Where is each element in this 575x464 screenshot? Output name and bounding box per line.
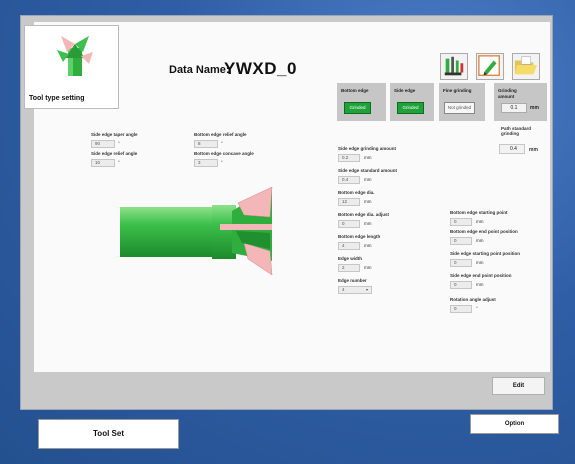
side-standard-amount-label: Side edge standard amount <box>338 168 398 173</box>
pencil-edit-icon <box>478 55 500 76</box>
folder-open-icon <box>514 56 538 75</box>
pencil-edit-icon-button[interactable] <box>476 53 504 80</box>
fine-grinding-title: Fine grinding <box>443 88 472 93</box>
bottom-start-point-input[interactable]: 0 <box>450 218 472 226</box>
grinding-amount-unit: mm <box>530 105 539 111</box>
bottom-relief-unit: ° <box>221 141 223 146</box>
bottom-relief-input[interactable]: 8 <box>194 140 218 148</box>
bottom-edge-header: Bottom edge Grinded <box>337 83 386 121</box>
bottom-length-input[interactable]: 4 <box>338 242 360 250</box>
side-edge-grinded-button[interactable]: Grinded <box>397 102 424 114</box>
bottom-relief-label: Bottom edge relief angle <box>194 132 247 137</box>
bottom-concave-input[interactable]: 3 <box>194 159 218 167</box>
bottom-dia-adjust-label: Bottom edge dia. adjust <box>338 212 390 217</box>
side-taper-input[interactable]: 90 <box>91 140 115 148</box>
side-edge-title: Side edge <box>394 88 416 93</box>
side-taper-unit: ° <box>118 141 120 146</box>
tool-set-button[interactable]: Tool Set <box>38 419 179 449</box>
bottom-start-point-unit: mm <box>476 219 484 224</box>
side-standard-amount-unit: mm <box>364 177 372 182</box>
side-end-point-unit: mm <box>476 282 484 287</box>
end-mill-icon <box>57 36 93 76</box>
bottom-end-point-input[interactable]: 0 <box>450 237 472 245</box>
edge-width-unit: mm <box>364 265 372 270</box>
rotation-angle-input[interactable]: 0 <box>450 305 472 313</box>
fine-grinding-header: Fine grinding Not grinded <box>439 83 485 121</box>
data-name-value: YWXD_0 <box>224 59 297 78</box>
folder-open-icon-button[interactable] <box>512 53 540 80</box>
edge-number-select[interactable]: 4 ▾ <box>338 286 372 294</box>
edge-width-input[interactable]: 2 <box>338 264 360 272</box>
tool-type-label: Tool type setting <box>29 95 85 102</box>
bottom-end-point-unit: mm <box>476 238 484 243</box>
bottom-length-label: Bottom edge length <box>338 234 381 239</box>
bottom-end-point-label: Bottom edge end point position <box>450 229 518 234</box>
end-mill-drawing <box>120 186 273 276</box>
chevron-down-icon: ▾ <box>365 287 368 292</box>
path-standard-label: Path standard grinding <box>501 126 531 136</box>
side-start-point-input[interactable]: 0 <box>450 259 472 267</box>
grinding-amount-header: Grinding amount 0.1 mm <box>494 83 547 121</box>
rotation-angle-label: Rotation angle adjust <box>450 297 496 302</box>
data-name-label: Data Name: <box>169 64 230 76</box>
side-relief-unit: ° <box>118 160 120 165</box>
side-relief-input[interactable]: 10 <box>91 159 115 167</box>
option-button[interactable]: Option <box>470 414 559 434</box>
bottom-concave-label: Bottom edge concave angle <box>194 151 254 156</box>
side-start-point-label: Side edge starting point position <box>450 251 521 256</box>
side-taper-label: Side edge taper angle <box>91 132 138 137</box>
side-grinding-amount-input[interactable]: 0.2 <box>338 154 360 162</box>
bottom-concave-unit: ° <box>221 160 223 165</box>
bottom-start-point-label: Bottom edge starting point <box>450 210 508 215</box>
fine-grinding-button[interactable]: Not grinded <box>444 102 475 114</box>
bottom-dia-unit: mm <box>364 199 372 204</box>
side-grinding-amount-label: Side edge grinding amount <box>338 146 397 151</box>
side-start-point-unit: mm <box>476 260 484 265</box>
grinding-amount-input[interactable]: 0.1 <box>501 103 527 113</box>
bottom-dia-label: Bottom edge dia. <box>338 190 375 195</box>
bottom-length-unit: mm <box>364 243 372 248</box>
path-standard-input[interactable]: 0.4 <box>499 144 525 154</box>
grinder-icon-button[interactable] <box>440 53 468 80</box>
edge-number-value: 4 <box>342 287 345 292</box>
side-edge-header: Side edge Grinded <box>390 83 434 121</box>
tool-type-setting-button[interactable]: Tool type setting <box>24 25 119 109</box>
rotation-angle-unit: ° <box>476 306 478 311</box>
bottom-dia-adjust-input[interactable]: 0 <box>338 220 360 228</box>
grinding-amount-title: Grinding amount <box>498 88 517 99</box>
side-relief-label: Side edge relief angle <box>91 151 138 156</box>
bottom-dia-input[interactable]: 12 <box>338 198 360 206</box>
side-standard-amount-input[interactable]: 0.4 <box>338 176 360 184</box>
bottom-edge-grinded-button[interactable]: Grinded <box>344 102 371 114</box>
edit-button[interactable]: Edit <box>492 377 545 395</box>
path-standard-unit: mm <box>529 147 538 153</box>
side-end-point-input[interactable]: 0 <box>450 281 472 289</box>
side-grinding-amount-unit: mm <box>364 155 372 160</box>
grinder-icon <box>444 56 464 76</box>
edge-width-label: Edge width <box>338 256 362 261</box>
bottom-edge-title: Bottom edge <box>341 88 369 93</box>
bottom-dia-adjust-unit: mm <box>364 221 372 226</box>
side-end-point-label: Side edge end point position <box>450 273 512 278</box>
edge-number-label: Edge number <box>338 278 367 283</box>
